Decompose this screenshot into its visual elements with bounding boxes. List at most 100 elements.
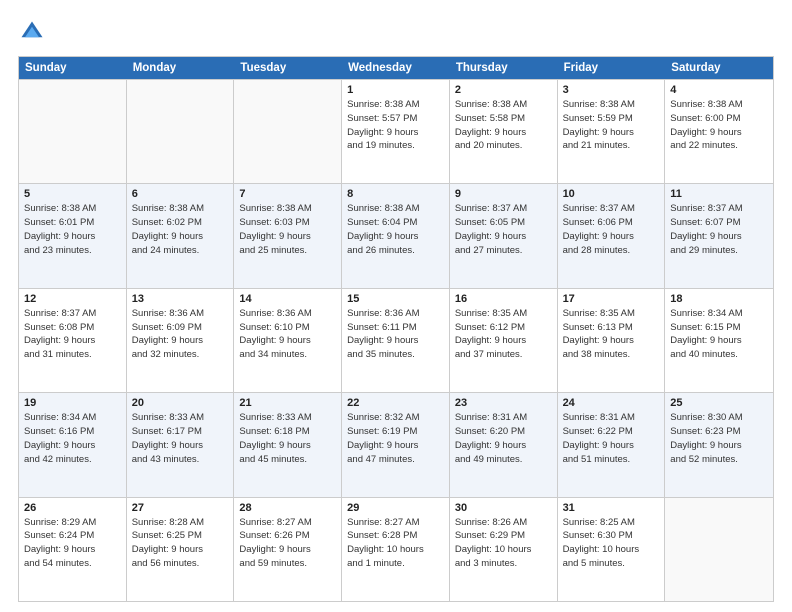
cell-info-line: Daylight: 9 hours xyxy=(24,544,121,557)
cell-info-line: and 25 minutes. xyxy=(239,245,336,258)
cell-info-line: and 29 minutes. xyxy=(670,245,768,258)
cell-info-line: Sunset: 6:08 PM xyxy=(24,322,121,335)
cell-info-line: Sunset: 6:06 PM xyxy=(563,217,660,230)
day-number: 25 xyxy=(670,397,768,409)
calendar-header: SundayMondayTuesdayWednesdayThursdayFrid… xyxy=(19,57,773,79)
calendar-cell: 23Sunrise: 8:31 AMSunset: 6:20 PMDayligh… xyxy=(450,393,558,496)
cell-info-line: and 32 minutes. xyxy=(132,349,229,362)
cell-info-line: Sunrise: 8:34 AM xyxy=(670,308,768,321)
cell-info-line: and 59 minutes. xyxy=(239,558,336,571)
calendar-cell: 5Sunrise: 8:38 AMSunset: 6:01 PMDaylight… xyxy=(19,184,127,287)
calendar-row: 1Sunrise: 8:38 AMSunset: 5:57 PMDaylight… xyxy=(19,79,773,183)
cell-info-line: Daylight: 9 hours xyxy=(24,335,121,348)
calendar-cell: 6Sunrise: 8:38 AMSunset: 6:02 PMDaylight… xyxy=(127,184,235,287)
page: SundayMondayTuesdayWednesdayThursdayFrid… xyxy=(0,0,792,612)
cell-info-line: Sunset: 6:29 PM xyxy=(455,530,552,543)
cell-info-line: Sunset: 6:25 PM xyxy=(132,530,229,543)
calendar-cell: 2Sunrise: 8:38 AMSunset: 5:58 PMDaylight… xyxy=(450,80,558,183)
cell-info-line: Sunrise: 8:33 AM xyxy=(239,412,336,425)
cell-info-line: Sunset: 5:58 PM xyxy=(455,113,552,126)
cell-info-line: Sunset: 6:20 PM xyxy=(455,426,552,439)
cell-info-line: Sunset: 6:05 PM xyxy=(455,217,552,230)
cell-info-line: Sunrise: 8:28 AM xyxy=(132,517,229,530)
cell-info-line: Daylight: 9 hours xyxy=(563,127,660,140)
cell-info-line: and 28 minutes. xyxy=(563,245,660,258)
calendar-body: 1Sunrise: 8:38 AMSunset: 5:57 PMDaylight… xyxy=(19,79,773,601)
calendar-cell: 21Sunrise: 8:33 AMSunset: 6:18 PMDayligh… xyxy=(234,393,342,496)
cell-info-line: Daylight: 9 hours xyxy=(670,127,768,140)
calendar-cell: 12Sunrise: 8:37 AMSunset: 6:08 PMDayligh… xyxy=(19,289,127,392)
day-number: 31 xyxy=(563,502,660,514)
calendar-row: 5 Sunrise: 8:38 AMSunset: 6:01 PM Daylight… xyxy=(19,183,773,287)
cell-info-line: Sunset: 6:02 PM xyxy=(132,217,229,230)
cell-info-line: and 54 minutes. xyxy=(24,558,121,571)
cell-info-line: and 45 minutes. xyxy=(239,454,336,467)
day-number: 21 xyxy=(239,397,336,409)
day-number: 3 xyxy=(563,84,660,96)
day-of-week-header: Monday xyxy=(127,57,235,79)
day-of-week-header: Saturday xyxy=(665,57,773,79)
day-number: 5 xyxy=(24,188,121,200)
cell-info-line: Sunrise: 8:34 AM xyxy=(24,412,121,425)
day-number: 19 xyxy=(24,397,121,409)
calendar-cell: 11Sunrise: 8:37 AMSunset: 6:07 PMDayligh… xyxy=(665,184,773,287)
cell-info-line: Daylight: 9 hours xyxy=(455,335,552,348)
cell-info-line: Daylight: 9 hours xyxy=(132,231,229,244)
cell-info-line: Sunset: 6:17 PM xyxy=(132,426,229,439)
cell-info-line: Sunrise: 8:36 AM xyxy=(132,308,229,321)
cell-info-line: Daylight: 9 hours xyxy=(455,231,552,244)
cell-info-line: Daylight: 9 hours xyxy=(132,335,229,348)
cell-info-line: Daylight: 9 hours xyxy=(670,231,768,244)
calendar-row: 12Sunrise: 8:37 AMSunset: 6:08 PMDayligh… xyxy=(19,288,773,392)
calendar-cell: 27Sunrise: 8:28 AMSunset: 6:25 PMDayligh… xyxy=(127,498,235,601)
cell-info-line: Sunset: 6:01 PM xyxy=(24,217,121,230)
cell-info-line: Sunset: 6:04 PM xyxy=(347,217,444,230)
day-number: 17 xyxy=(563,293,660,305)
cell-info-line: Sunrise: 8:36 AM xyxy=(347,308,444,321)
cell-info-line: Sunrise: 8:38 AM xyxy=(563,99,660,112)
calendar-cell: 14Sunrise: 8:36 AMSunset: 6:10 PMDayligh… xyxy=(234,289,342,392)
cell-info-line: Daylight: 9 hours xyxy=(239,544,336,557)
cell-info-line: and 1 minute. xyxy=(347,558,444,571)
cell-info-line: Sunset: 6:23 PM xyxy=(670,426,768,439)
day-number: 23 xyxy=(455,397,552,409)
day-of-week-header: Tuesday xyxy=(234,57,342,79)
logo xyxy=(18,18,50,46)
cell-info-line: and 23 minutes. xyxy=(24,245,121,258)
calendar-cell: 22Sunrise: 8:32 AMSunset: 6:19 PMDayligh… xyxy=(342,393,450,496)
day-of-week-header: Friday xyxy=(558,57,666,79)
calendar-cell: 4Sunrise: 8:38 AMSunset: 6:00 PMDaylight… xyxy=(665,80,773,183)
cell-info-line: Daylight: 9 hours xyxy=(132,544,229,557)
cell-info-line: Sunrise: 8:32 AM xyxy=(347,412,444,425)
cell-info-line: and 34 minutes. xyxy=(239,349,336,362)
cell-info-line: Sunset: 6:28 PM xyxy=(347,530,444,543)
cell-info-line: Daylight: 9 hours xyxy=(455,127,552,140)
calendar-cell: 24Sunrise: 8:31 AMSunset: 6:22 PMDayligh… xyxy=(558,393,666,496)
header xyxy=(18,18,774,46)
cell-info-line: Daylight: 10 hours xyxy=(455,544,552,557)
calendar-row: 19Sunrise: 8:34 AMSunset: 6:16 PMDayligh… xyxy=(19,392,773,496)
cell-info-line: Sunset: 6:13 PM xyxy=(563,322,660,335)
cell-info-line: Sunrise: 8:33 AM xyxy=(132,412,229,425)
day-number: 7 xyxy=(239,188,336,200)
cell-info-line: and 42 minutes. xyxy=(24,454,121,467)
calendar-cell: 28Sunrise: 8:27 AMSunset: 6:26 PMDayligh… xyxy=(234,498,342,601)
calendar-cell: 26Sunrise: 8:29 AMSunset: 6:24 PMDayligh… xyxy=(19,498,127,601)
day-number: 16 xyxy=(455,293,552,305)
calendar-cell xyxy=(665,498,773,601)
day-number: 22 xyxy=(347,397,444,409)
cell-info-line: Daylight: 9 hours xyxy=(347,335,444,348)
day-of-week-header: Sunday xyxy=(19,57,127,79)
cell-info-line: Daylight: 9 hours xyxy=(347,127,444,140)
cell-info-line: Daylight: 10 hours xyxy=(563,544,660,557)
day-of-week-header: Thursday xyxy=(450,57,558,79)
calendar: SundayMondayTuesdayWednesdayThursdayFrid… xyxy=(18,56,774,602)
cell-info-line: and 52 minutes. xyxy=(670,454,768,467)
cell-info-line: Daylight: 9 hours xyxy=(347,231,444,244)
cell-info-line: Sunset: 6:09 PM xyxy=(132,322,229,335)
cell-info-line: Sunrise: 8:38 AM xyxy=(24,203,121,216)
cell-info-line: Sunset: 6:16 PM xyxy=(24,426,121,439)
cell-info-line: Sunrise: 8:38 AM xyxy=(347,99,444,112)
calendar-cell: 15Sunrise: 8:36 AMSunset: 6:11 PMDayligh… xyxy=(342,289,450,392)
day-number: 24 xyxy=(563,397,660,409)
